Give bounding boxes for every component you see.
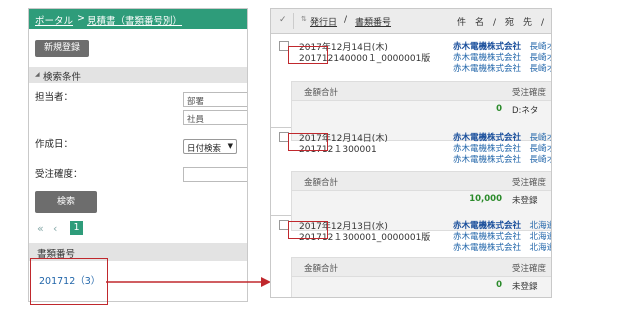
summary-header-row: 金額合計 受注確度 — [292, 172, 551, 191]
order-probability-label: 受注確度： — [35, 169, 83, 180]
summary-header-row: 金額合計 受注確度 — [292, 258, 551, 277]
department-placeholder: 部署 — [187, 97, 205, 107]
highlight-box — [288, 46, 328, 64]
order-probability-header: 受注確度 — [512, 178, 547, 188]
search-conditions-title: 検索条件 — [43, 72, 82, 83]
assignee-label: 担当者： — [35, 92, 74, 103]
results-header: ✓ ⇅ 発行日 / 書類番号 件 名 / 宛 先 / 案 — [271, 9, 551, 34]
dropdown-arrow-icon: ▼ — [227, 142, 233, 150]
pager-prev-button[interactable]: ‹ — [53, 222, 57, 235]
sort-icon[interactable]: ⇅ — [301, 15, 307, 23]
breadcrumb-page-link[interactable]: 見積書（書類番号別） — [87, 13, 182, 27]
amount-total-label: 金額合計 — [304, 264, 339, 274]
highlight-box — [288, 133, 328, 151]
staff-field[interactable]: 社員 — [183, 110, 247, 125]
record-summary-table: 金額合計 受注確度 0 未登録 — [291, 257, 551, 297]
order-probability-header: 受注確度 — [512, 264, 547, 274]
created-date-label: 作成日： — [35, 139, 74, 150]
order-probability-value: 未登録 — [512, 282, 538, 292]
order-probability-header: 受注確度 — [512, 88, 547, 98]
record-company-line3[interactable]: 赤木電機株式会社 北海道ノ — [453, 241, 551, 253]
amount-total-label: 金額合計 — [304, 88, 339, 98]
record-company-line3[interactable]: 赤木電機株式会社 長崎オフ — [453, 62, 551, 74]
search-conditions-bar[interactable]: ◢ 検索条件 — [29, 67, 247, 83]
highlight-box — [30, 258, 108, 305]
order-probability-value: D:ネタ — [512, 106, 539, 116]
department-field[interactable]: 部署 — [183, 92, 247, 107]
amount-total-label: 金額合計 — [304, 178, 339, 188]
date-search-select[interactable]: 日付検索 ▼ — [183, 139, 237, 154]
breadcrumb-portal-link[interactable]: ポータル — [35, 13, 73, 27]
header-divider — [293, 13, 294, 29]
record-company-line3[interactable]: 赤木電機株式会社 長崎オ — [453, 153, 551, 165]
doc-number-sort-link[interactable]: 書類番号 — [355, 15, 391, 28]
arrow-right-icon — [106, 277, 271, 287]
order-probability-value: 未登録 — [512, 196, 538, 206]
order-probability-field[interactable] — [183, 167, 247, 182]
staff-placeholder: 社員 — [187, 115, 205, 125]
pager-current-page[interactable]: 1 — [70, 221, 83, 235]
header-separator: / — [344, 15, 348, 25]
search-button[interactable]: 検索 — [35, 191, 97, 213]
summary-header-row: 金額合計 受注確度 — [292, 82, 551, 101]
issue-date-sort-link[interactable]: 発行日 — [310, 15, 337, 28]
amount-total-value: 0 — [496, 104, 502, 114]
subject-header: 件 名 / 宛 先 / 案 — [457, 18, 552, 28]
breadcrumb-separator: > — [77, 13, 85, 24]
select-all-checkbox[interactable]: ✓ — [279, 15, 287, 25]
new-registration-button[interactable]: 新規登録 — [35, 40, 89, 57]
pager-first-button[interactable]: « — [37, 222, 44, 235]
panel-header: ポータル > 見積書（書類番号別） — [29, 9, 247, 29]
highlight-box — [288, 221, 328, 239]
triangle-icon: ◢ — [35, 71, 40, 78]
amount-total-value: 0 — [496, 280, 502, 290]
amount-total-value: 10,000 — [469, 194, 502, 204]
date-search-value: 日付検索 — [187, 144, 222, 154]
